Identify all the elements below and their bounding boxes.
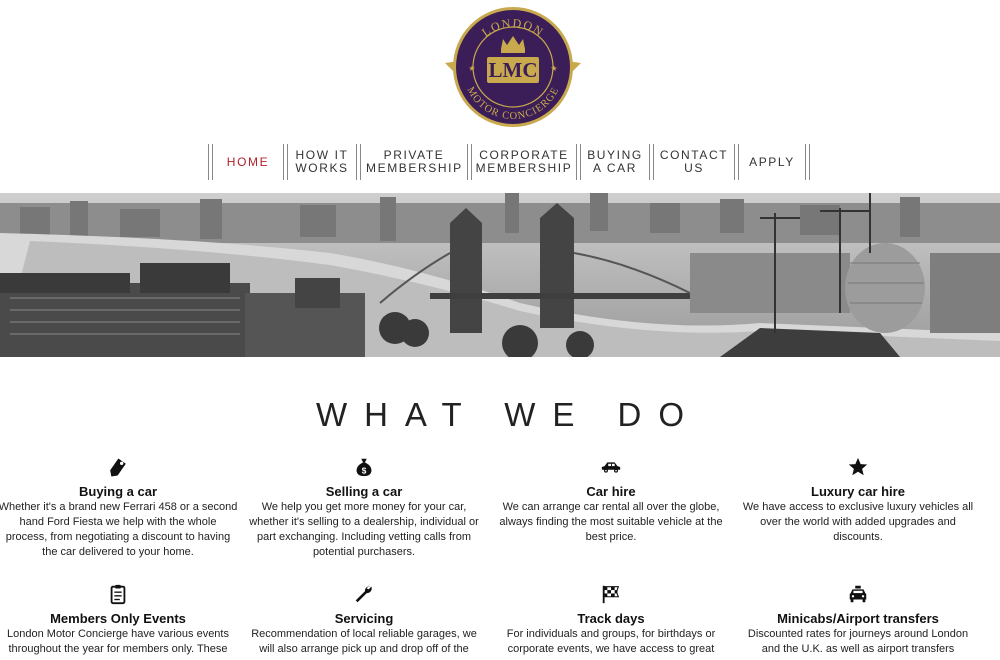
car-icon — [601, 462, 621, 473]
feature-text: For individuals and groups, for birthday… — [506, 628, 716, 655]
feature-luxury-car-hire: Luxury car hire We have access to exclus… — [738, 456, 978, 545]
nav-item-home[interactable]: HOME — [213, 143, 283, 181]
checkered-flag-icon — [602, 585, 620, 604]
money-bag-icon: $ — [356, 458, 372, 477]
svg-text:★: ★ — [468, 64, 475, 73]
price-tag-icon — [110, 458, 126, 477]
nav-item-buying-a-car[interactable]: BUYING A CAR — [581, 143, 649, 181]
svg-text:LMC: LMC — [489, 58, 538, 82]
svg-text:$: $ — [362, 466, 367, 475]
clipboard-icon — [110, 584, 126, 605]
feature-text: London Motor Concierge have various even… — [7, 628, 229, 655]
wrench-icon — [355, 585, 372, 603]
feature-title: Buying a car — [78, 484, 158, 499]
nav-divider — [805, 144, 810, 180]
feature-title: Track days — [577, 611, 645, 626]
nav-item-private-membership[interactable]: PRIVATE MEMBERSHIP — [361, 143, 467, 181]
feature-text: We help you get more money for your car,… — [249, 501, 479, 558]
feature-members-only-events: Members Only Events London Motor Concier… — [0, 583, 238, 657]
feature-title: Car hire — [586, 484, 636, 499]
feature-title: Members Only Events — [50, 611, 186, 626]
svg-text:★: ★ — [550, 64, 557, 73]
section-title: WHAT WE DO — [315, 396, 702, 433]
feature-car-hire: Car hire We can arrange car rental all o… — [491, 456, 731, 545]
nav-item-apply[interactable]: APPLY — [739, 143, 805, 181]
feature-title: Servicing — [334, 611, 394, 626]
taxi-icon — [849, 585, 867, 603]
feature-text: We have access to exclusive luxury vehic… — [742, 501, 974, 543]
feature-title: Minicabs/Airport transfers — [777, 611, 939, 626]
feature-selling-a-car: $ Selling a car We help you get more mon… — [244, 456, 484, 560]
feature-text: Discounted rates for journeys around Lon… — [747, 628, 969, 655]
nav-item-contact-us[interactable]: CONTACT US — [654, 143, 734, 181]
feature-text: Recommendation of local reliable garages… — [251, 628, 477, 655]
feature-servicing: Servicing Recommendation of local reliab… — [244, 583, 484, 657]
feature-title: Luxury car hire — [811, 484, 905, 499]
nav-item-corporate-membership[interactable]: CORPORATE MEMBERSHIP — [472, 143, 576, 181]
feature-text: Whether it's a brand new Ferrari 458 or … — [0, 501, 238, 558]
feature-text: We can arrange car rental all over the g… — [499, 501, 723, 543]
lmc-logo[interactable]: LONDON MOTOR CONCIERGE LMC ★ ★ — [443, 5, 583, 130]
feature-track-days: Track days For individuals and groups, f… — [491, 583, 731, 657]
main-nav: HOME HOW IT WORKS PRIVATE MEMBERSHIP COR… — [208, 143, 810, 181]
feature-buying-a-car: Buying a car Whether it's a brand new Fe… — [0, 456, 238, 560]
feature-title: Selling a car — [325, 484, 403, 499]
feature-minicabs-airport-transfers: Minicabs/Airport transfers Discounted ra… — [738, 583, 978, 657]
nav-item-how-it-works[interactable]: HOW IT WORKS — [288, 143, 356, 181]
star-icon — [848, 457, 868, 476]
hero-london-skyline-image — [0, 193, 1000, 357]
